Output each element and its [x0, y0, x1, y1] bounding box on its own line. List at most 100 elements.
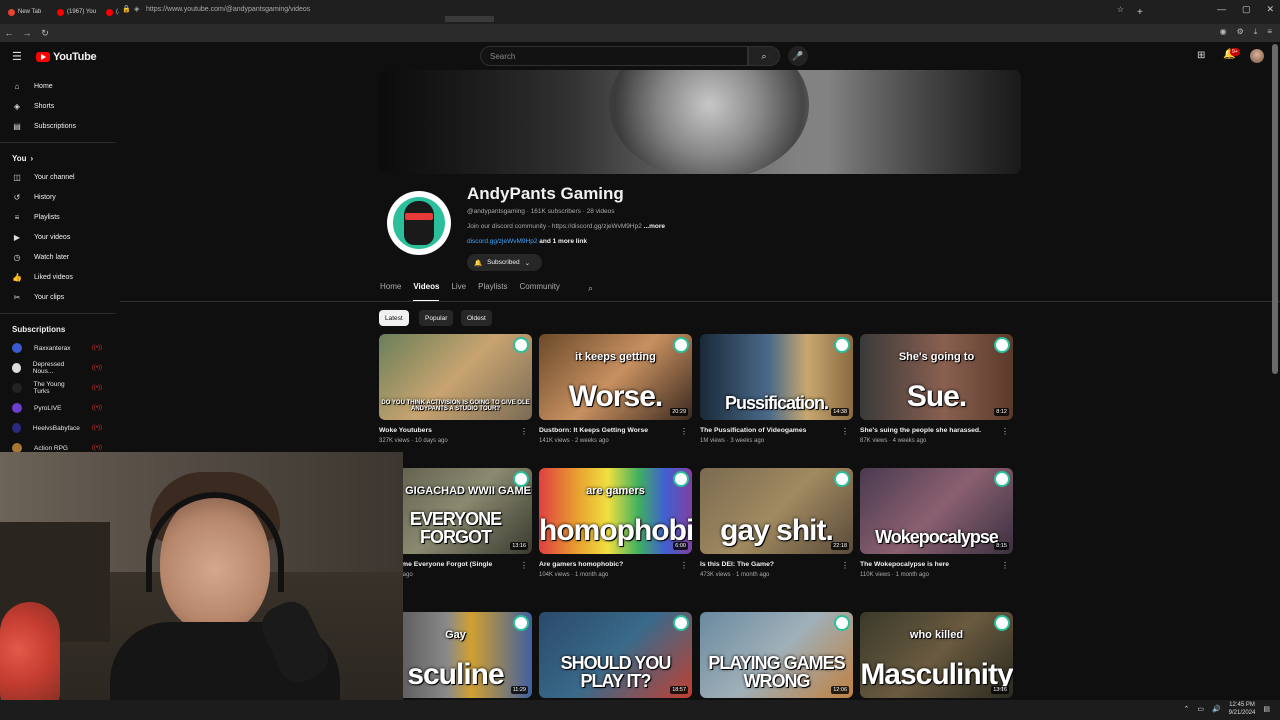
video-card[interactable]: SHOULD YOU PLAY IT? 18:57	[539, 612, 692, 698]
tab-community[interactable]: Community	[519, 282, 571, 300]
browser-menu-icon[interactable]: ≡	[1267, 27, 1272, 37]
video-thumbnail[interactable]: Wokepocalypse 8:15	[860, 468, 1013, 554]
more-options-icon[interactable]: ⋮	[520, 561, 528, 570]
video-title[interactable]: The Pussification of Videogames	[700, 427, 840, 434]
reload-icon[interactable]: ↻	[36, 28, 54, 39]
video-thumbnail[interactable]: PLAYING GAMES WRONG 12:06	[700, 612, 853, 698]
video-thumbnail[interactable]: Pussification. 14:38	[700, 334, 853, 420]
chevron-up-icon[interactable]: ⌃	[1183, 705, 1189, 713]
guide-menu-icon[interactable]: ☰	[12, 50, 22, 63]
video-thumbnail[interactable]: She's going to Sue. 8:12	[860, 334, 1013, 420]
subscription-item[interactable]: Raxxanterax ((•))	[0, 338, 120, 358]
video-card[interactable]: DO YOU THINK ACTIVISION IS GOING TO GIVE…	[379, 334, 532, 444]
more-options-icon[interactable]: ⋮	[841, 561, 849, 570]
shield-icon[interactable]: ◈	[134, 5, 139, 13]
taskbar	[0, 700, 1280, 720]
sidebar-item[interactable]: ⌂ Home	[0, 76, 120, 96]
more-options-icon[interactable]: ⋮	[520, 427, 528, 436]
subscription-item[interactable]: Depressed Nous... ((•))	[0, 358, 120, 378]
channel-search-icon[interactable]: ⌕	[588, 283, 593, 294]
more-links[interactable]: and 1 more link	[537, 238, 587, 245]
sidebar-item[interactable]: ◈ Shorts	[0, 96, 120, 116]
tab-videos[interactable]: Videos	[413, 282, 451, 302]
video-title[interactable]: Dustborn: It Keeps Getting Worse	[539, 427, 679, 434]
chip-popular[interactable]: Popular	[419, 310, 454, 326]
extension-icon[interactable]: ◉	[1220, 27, 1227, 37]
subscription-label: The Young Turks	[33, 381, 65, 395]
volume-icon[interactable]: 🔊	[1212, 705, 1221, 713]
browser-tab[interactable]: (1967) You	[53, 2, 102, 22]
tab-home[interactable]: Home	[380, 282, 413, 300]
subscribed-button[interactable]: 🔔 Subscribed ⌄	[467, 254, 542, 271]
sidebar-item[interactable]: ≡ Playlists	[0, 207, 120, 227]
sidebar-item[interactable]: ▶ Your videos	[0, 227, 120, 247]
forward-icon[interactable]: →	[18, 28, 36, 38]
sidebar-item[interactable]: 👍 Liked videos	[0, 267, 120, 287]
search-input[interactable]: Search	[480, 46, 748, 66]
video-title[interactable]: Are gamers homophobic?	[539, 561, 679, 568]
new-tab-button[interactable]: +	[1137, 7, 1143, 18]
search-button[interactable]: ⌕	[748, 46, 780, 66]
site-info-icon[interactable]: 🔒	[122, 5, 131, 13]
video-thumbnail[interactable]: it keeps getting Worse. 20:29	[539, 334, 692, 420]
more-options-icon[interactable]: ⋮	[1001, 561, 1009, 570]
video-card[interactable]: are gamers homophobic 6:00 Are gamers homop…	[539, 468, 692, 578]
tab-playlists[interactable]: Playlists	[478, 282, 519, 300]
video-card[interactable]: Wokepocalypse 8:15 The Wokepocalypse is he…	[860, 468, 1013, 578]
chip-latest[interactable]: Latest	[379, 310, 409, 326]
video-thumbnail[interactable]: DO YOU THINK ACTIVISION IS GOING TO GIVE…	[379, 334, 532, 420]
more-options-icon[interactable]: ⋮	[841, 427, 849, 436]
page-scrollbar[interactable]	[1272, 44, 1278, 374]
subscription-item[interactable]: The Young Turks ((•))	[0, 378, 120, 398]
video-thumbnail[interactable]: gay shit. 22:18	[700, 468, 853, 554]
download-icon[interactable]: ⤓	[1254, 27, 1258, 37]
video-title[interactable]: Woke Youtubers	[379, 427, 519, 434]
discord-link[interactable]: discord.gg/zjeWvM9Hp2	[467, 238, 537, 245]
network-icon[interactable]: ▭	[1197, 705, 1204, 713]
video-title[interactable]: The Wokepocalypse is here	[860, 561, 1000, 568]
you-section-header[interactable]: You ›	[0, 149, 120, 167]
channel-watermark-icon	[673, 471, 689, 487]
sidebar-item[interactable]: ◫ Your channel	[0, 167, 120, 187]
youtube-logo[interactable]: YouTube	[36, 51, 97, 63]
sidebar-item[interactable]: ✂ Your clips	[0, 287, 120, 307]
channel-avatar[interactable]	[387, 191, 451, 255]
account-avatar[interactable]	[1250, 49, 1264, 63]
clock[interactable]: 12:45 PM 9/21/2024	[1229, 701, 1256, 717]
notification-center-icon[interactable]: ▤	[1263, 705, 1270, 713]
more-options-icon[interactable]: ⋮	[680, 561, 688, 570]
bookmark-star-icon[interactable]: ☆	[1117, 5, 1124, 14]
video-title[interactable]: She's suing the people she harassed.	[860, 427, 1000, 434]
voice-search-button[interactable]: 🎤	[788, 46, 808, 66]
browser-tab[interactable]: New Tab	[4, 2, 53, 22]
video-thumbnail[interactable]: are gamers homophobic 6:00	[539, 468, 692, 554]
video-card[interactable]: gay shit. 22:18 Is this DEI: The Game? 473K…	[700, 468, 853, 578]
sidebar-item[interactable]: ◷ Watch later	[0, 247, 120, 267]
video-thumbnail[interactable]: who killed Masculinity 13:16	[860, 612, 1013, 698]
extension-icon[interactable]: ⚙	[1237, 27, 1244, 37]
close-icon[interactable]: ✕	[1266, 4, 1274, 15]
channel-description[interactable]: Join our discord community - https://dis…	[467, 223, 665, 230]
sidebar-item[interactable]: ↺ History	[0, 187, 120, 207]
chip-oldest[interactable]: Oldest	[461, 310, 492, 326]
more-options-icon[interactable]: ⋮	[1001, 427, 1009, 436]
video-thumbnail[interactable]: SHOULD YOU PLAY IT? 18:57	[539, 612, 692, 698]
minimize-icon[interactable]: —	[1217, 4, 1226, 15]
video-card[interactable]: it keeps getting Worse. 20:29 Dustborn: It …	[539, 334, 692, 444]
search-icon: ⌕	[761, 50, 767, 61]
tab-live[interactable]: Live	[451, 282, 478, 300]
subscription-item[interactable]: PyroLIVE ((•))	[0, 398, 120, 418]
subscription-item[interactable]: HeelvsBabyface ((•))	[0, 418, 120, 438]
video-card[interactable]: who killed Masculinity 13:16	[860, 612, 1013, 698]
back-icon[interactable]: ←	[0, 28, 18, 38]
video-card[interactable]: She's going to Sue. 8:12 She's suing the pe…	[860, 334, 1013, 444]
maximize-icon[interactable]: ▢	[1242, 4, 1251, 15]
video-card[interactable]: Pussification. 14:38 The Pussification of …	[700, 334, 853, 444]
create-icon[interactable]: ⊞	[1197, 50, 1205, 61]
video-title[interactable]: Is this DEI: The Game?	[700, 561, 840, 568]
video-card[interactable]: PLAYING GAMES WRONG 12:06	[700, 612, 853, 698]
sidebar-item[interactable]: ▤ Subscriptions	[0, 116, 120, 136]
more-options-icon[interactable]: ⋮	[680, 427, 688, 436]
more-link[interactable]: ...more	[644, 223, 665, 230]
url-field[interactable]: 🔒 ◈ https://www.youtube.com/@andypantsga…	[118, 2, 1132, 16]
